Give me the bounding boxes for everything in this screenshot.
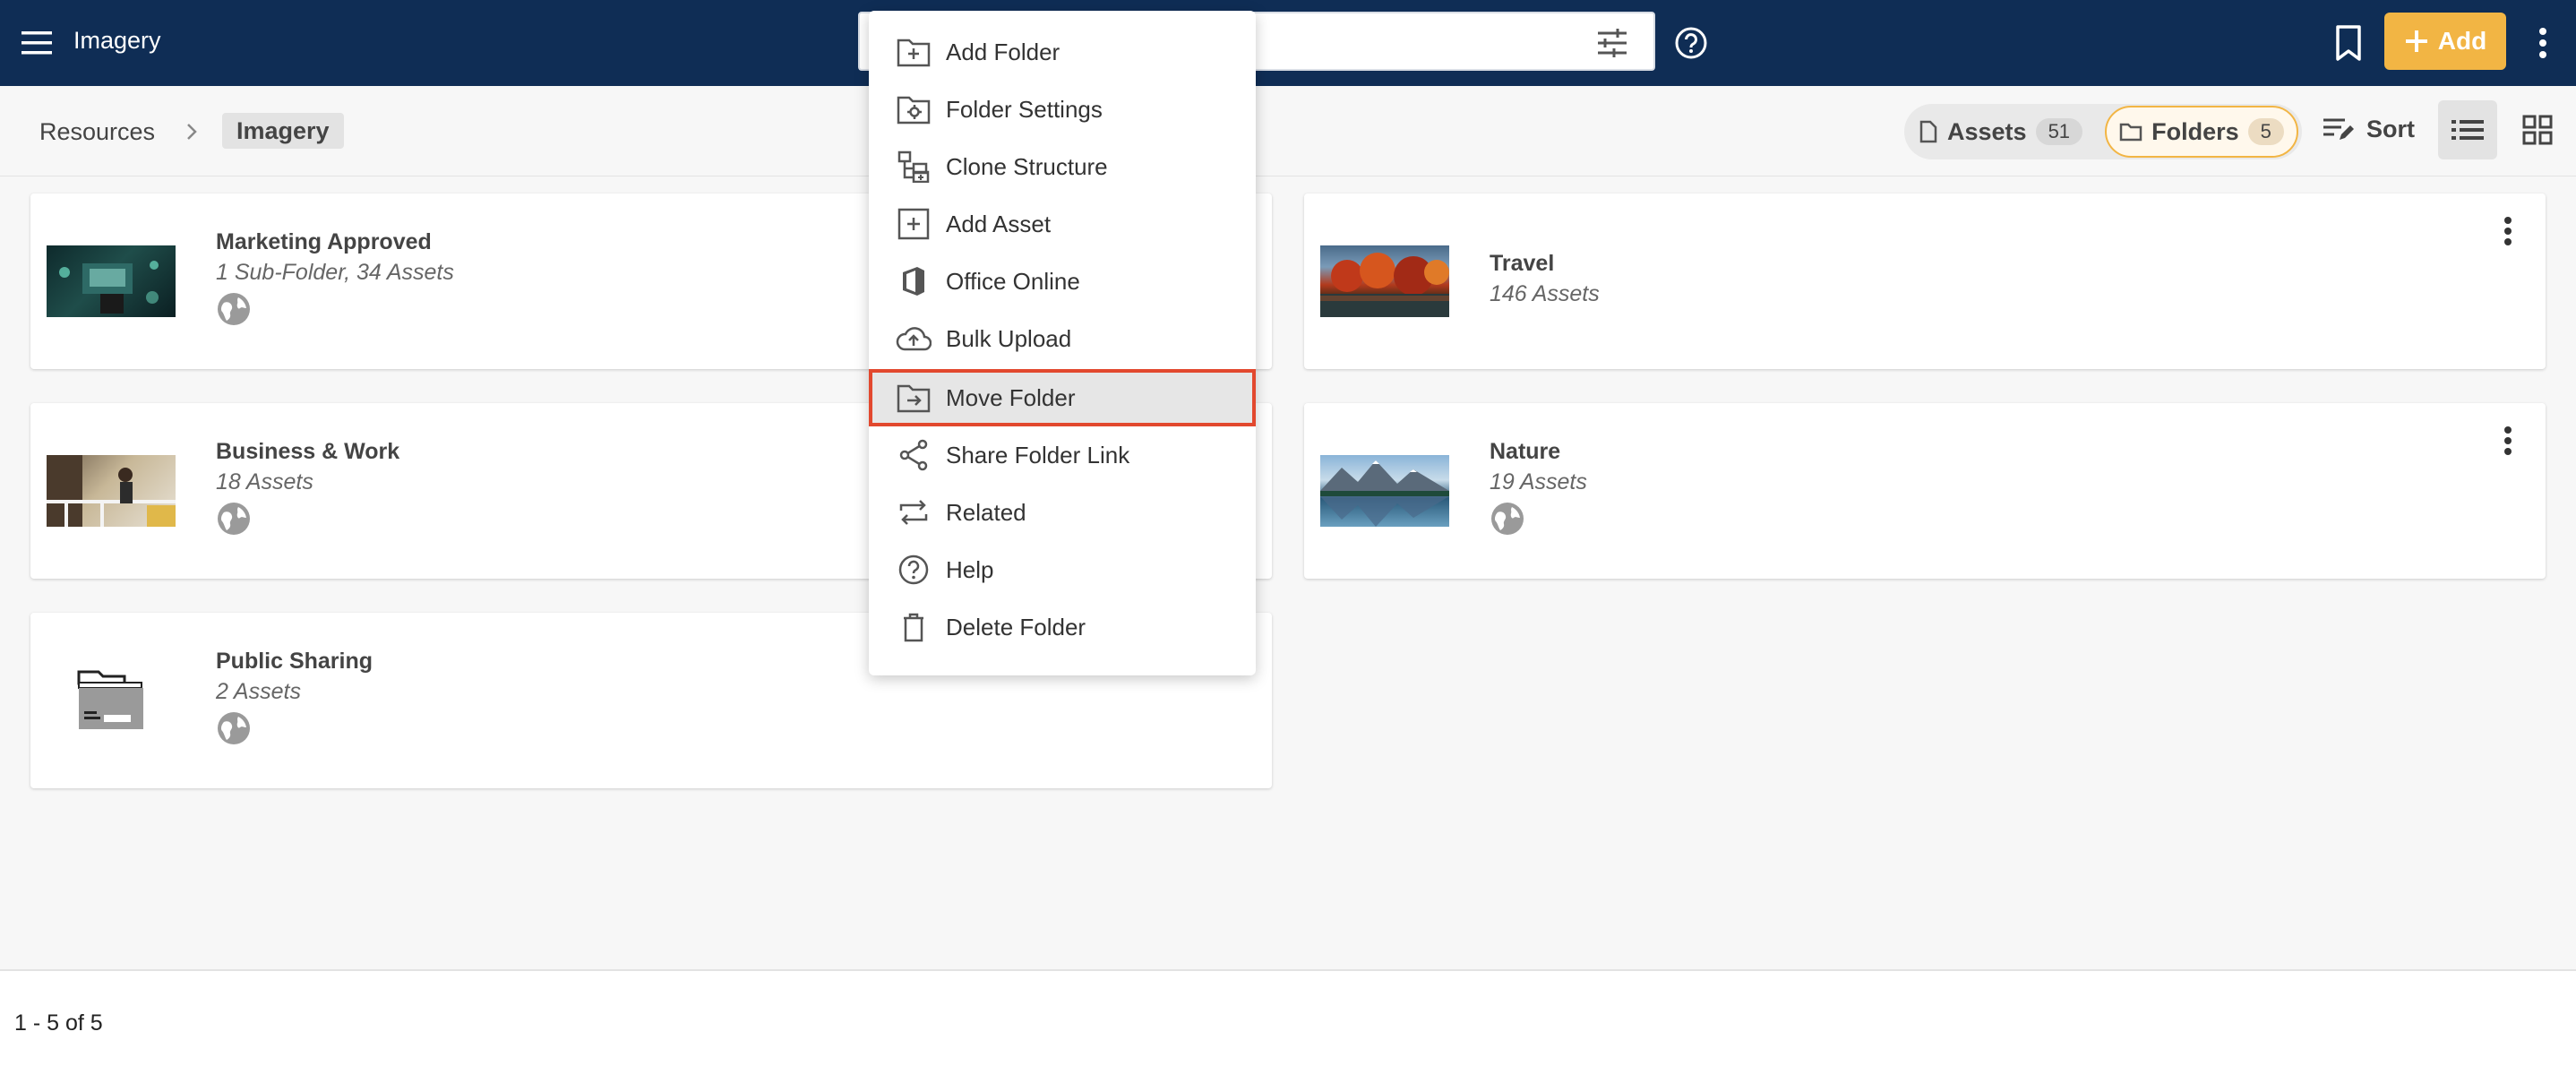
folder-title[interactable]: Nature	[1490, 439, 1560, 465]
folder-thumbnail	[47, 455, 176, 527]
folder-subtitle: 18 Assets	[216, 469, 313, 494]
menu-item-label: Clone Structure	[946, 152, 1108, 180]
assets-toggle[interactable]: Assets 51	[1919, 111, 2083, 152]
folders-label: Folders	[2151, 117, 2239, 145]
assets-count-badge: 51	[2035, 118, 2083, 145]
menu-item-label: Related	[946, 498, 1026, 526]
trash-icon	[904, 613, 923, 642]
menu-item-office-online[interactable]: Office Online	[869, 253, 1256, 310]
folder-title[interactable]: Marketing Approved	[216, 229, 432, 255]
folder-subtitle: 19 Assets	[1490, 469, 1587, 494]
menu-item-folder-settings[interactable]: Folder Settings	[869, 81, 1256, 138]
folder-subtitle: 2 Assets	[216, 679, 301, 704]
folder-card-nature[interactable]: Nature 19 Assets	[1304, 403, 2546, 579]
menu-item-label: Delete Folder	[946, 613, 1086, 640]
breadcrumb-resources[interactable]: Resources	[39, 118, 155, 146]
list-view-icon[interactable]	[2438, 100, 2497, 159]
folder-plus-icon	[897, 39, 931, 67]
help-circle-icon	[898, 554, 929, 585]
menu-item-label: Folder Settings	[946, 95, 1103, 123]
more-vert-icon[interactable]	[2499, 423, 2517, 459]
file-icon	[1919, 120, 1937, 143]
chevron-right-icon	[182, 118, 202, 145]
menu-item-label: Add Asset	[946, 210, 1052, 237]
folder-icon	[2119, 123, 2142, 142]
menu-item-clone-structure[interactable]: Clone Structure	[869, 138, 1256, 195]
clone-structure-icon	[897, 150, 930, 183]
cloud-upload-icon	[896, 327, 932, 351]
top-bar: Imagery Add	[0, 0, 2576, 86]
menu-item-bulk-upload[interactable]: Bulk Upload	[869, 310, 1256, 367]
menu-item-share-folder-link[interactable]: Share Folder Link	[869, 426, 1256, 484]
sort-edit-icon	[2323, 118, 2354, 140]
help-icon[interactable]	[1671, 23, 1711, 63]
globe-icon	[1490, 502, 1524, 536]
assets-folders-toggle: Assets 51 Folders 5	[1904, 104, 2302, 159]
sub-toolbar: Resources Imagery Assets 51 Folders 5 So…	[0, 86, 2576, 176]
add-button-label: Add	[2437, 27, 2487, 55]
folder-thumbnail	[1320, 455, 1449, 527]
folder-gear-icon	[897, 96, 931, 125]
folder-thumbnail	[1320, 245, 1449, 317]
add-box-icon	[897, 208, 930, 240]
more-vert-icon[interactable]	[2499, 213, 2517, 249]
menu-item-add-folder[interactable]: Add Folder	[869, 23, 1256, 81]
breadcrumb-current: Imagery	[222, 113, 344, 149]
folder-subtitle: 146 Assets	[1490, 281, 1600, 306]
folder-title[interactable]: Public Sharing	[216, 649, 373, 675]
share-icon	[899, 439, 928, 471]
menu-item-label: Bulk Upload	[946, 324, 1072, 352]
related-arrows-icon	[899, 500, 928, 525]
menu-item-label: Share Folder Link	[946, 441, 1130, 469]
menu-item-help[interactable]: Help	[869, 541, 1256, 598]
add-button[interactable]: Add	[2384, 13, 2506, 70]
menu-item-move-folder[interactable]: Move Folder	[869, 369, 1256, 426]
menu-item-add-asset[interactable]: Add Asset	[869, 195, 1256, 253]
folder-title[interactable]: Business & Work	[216, 439, 399, 465]
menu-item-related[interactable]: Related	[869, 484, 1256, 541]
grid-view-icon[interactable]	[2508, 100, 2567, 159]
folder-card-travel[interactable]: Travel 146 Assets	[1304, 193, 2546, 369]
app-title: Imagery	[73, 27, 161, 54]
globe-icon	[217, 502, 251, 536]
folders-count-badge: 5	[2247, 118, 2284, 145]
folder-shared-icon	[47, 665, 176, 736]
sort-button[interactable]: Sort	[2322, 115, 2415, 143]
folders-toggle[interactable]: Folders 5	[2105, 106, 2298, 158]
pagination-text: 1 - 5 of 5	[14, 1010, 103, 1036]
globe-icon	[217, 292, 251, 326]
menu-item-label: Help	[946, 555, 994, 583]
pagination-footer: 1 - 5 of 5	[0, 969, 2576, 1066]
menu-item-label: Add Folder	[946, 38, 1060, 65]
menu-item-delete-folder[interactable]: Delete Folder	[869, 598, 1256, 656]
office-icon	[903, 267, 924, 296]
bookmark-icon[interactable]	[2329, 21, 2368, 64]
globe-icon	[217, 711, 251, 745]
folder-subtitle: 1 Sub-Folder, 34 Assets	[216, 260, 454, 285]
more-vert-icon[interactable]	[2529, 23, 2556, 63]
plus-icon	[2405, 30, 2427, 52]
folder-thumbnail	[47, 245, 176, 317]
filter-sliders-icon[interactable]	[1594, 25, 1630, 61]
folder-context-menu: Add Folder Folder Settings Clone Structu…	[869, 11, 1256, 675]
folder-move-icon	[897, 384, 931, 413]
menu-item-label: Office Online	[946, 267, 1080, 295]
menu-item-label: Move Folder	[946, 383, 1076, 411]
folder-title[interactable]: Travel	[1490, 251, 1554, 277]
sort-label: Sort	[2366, 115, 2415, 142]
hamburger-menu-icon[interactable]	[18, 23, 57, 63]
assets-label: Assets	[1947, 117, 2027, 145]
